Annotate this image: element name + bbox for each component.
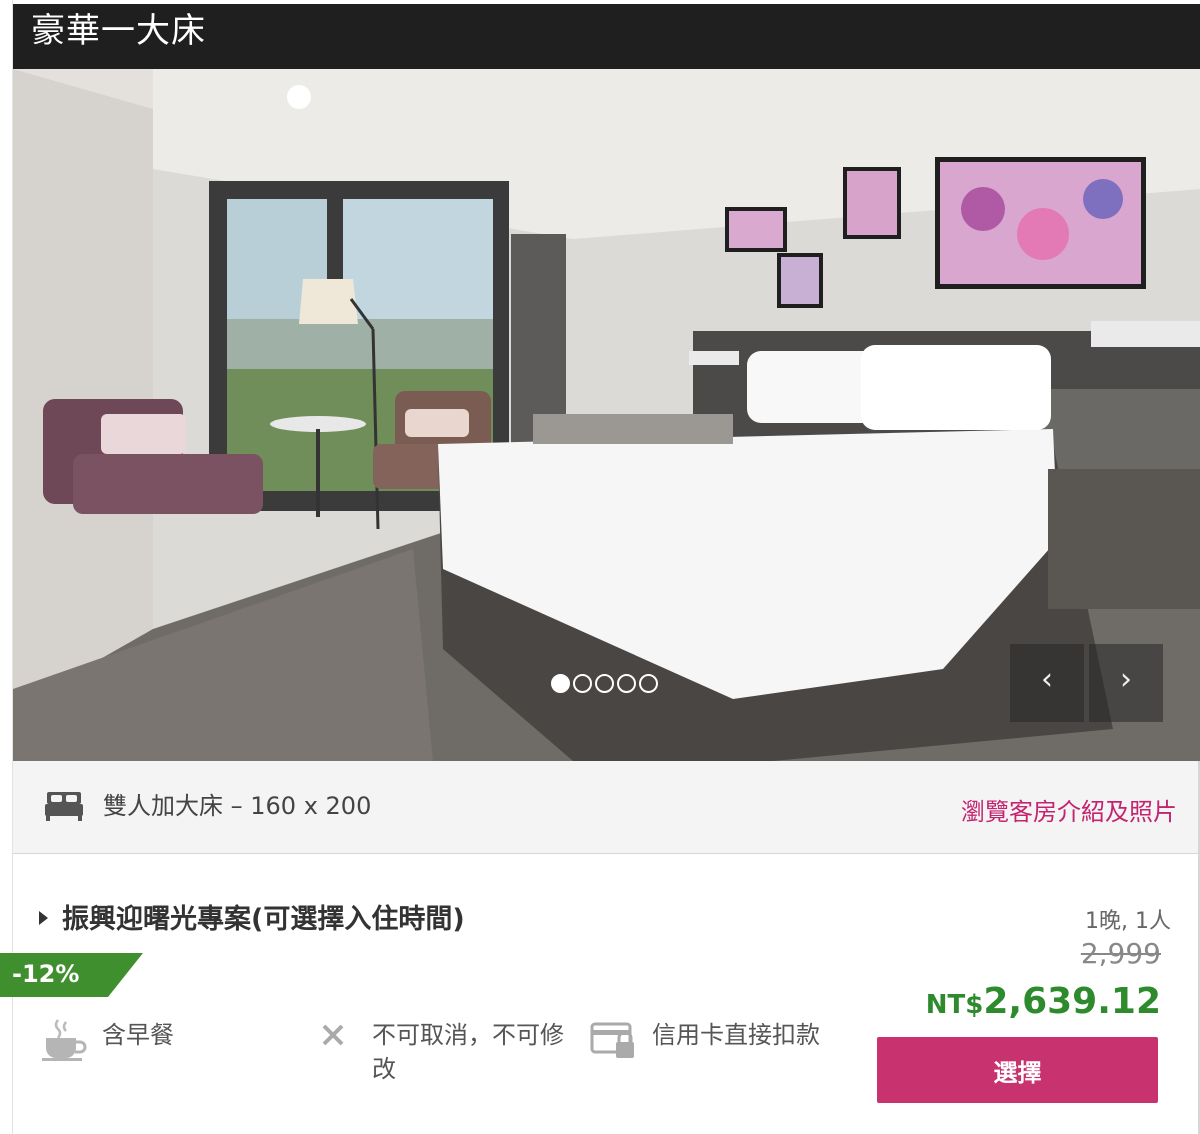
room-photo-carousel[interactable]: ‹ ›	[13, 69, 1200, 761]
chevron-left-icon: ‹	[1041, 662, 1053, 697]
stay-info: 1晚, 1人	[1085, 909, 1171, 934]
room-title-bar: 豪華一大床	[13, 4, 1200, 69]
discount-badge: -12%	[0, 953, 143, 997]
browse-room-photos-link[interactable]: 瀏覽客房介紹及照片	[961, 792, 1177, 827]
carousel-dot[interactable]	[639, 674, 658, 693]
feature-payment-label: 信用卡直接扣款	[652, 1021, 820, 1049]
feature-cancellation: 不可取消，不可修改	[310, 1018, 570, 1088]
currency: NT$	[925, 990, 984, 1020]
feature-payment: 信用卡直接扣款	[590, 1018, 870, 1088]
carousel-dot[interactable]	[573, 674, 592, 693]
coffee-cup-icon	[42, 1019, 87, 1061]
carousel-next-button[interactable]: ›	[1089, 644, 1163, 722]
carousel-dots	[551, 674, 658, 696]
credit-card-lock-icon	[590, 1022, 634, 1058]
bed-icon	[45, 792, 83, 821]
price-amount: 2,639.12	[983, 981, 1161, 1022]
discount-badge-text: -12%	[12, 960, 80, 988]
room-title: 豪華一大床	[31, 11, 206, 51]
select-button[interactable]: 選擇	[877, 1037, 1158, 1103]
original-price: 2,999	[1080, 937, 1161, 970]
discounted-price: NT$2,639.12	[926, 981, 1161, 1022]
chevron-right-icon: ›	[1120, 662, 1132, 697]
feature-cancellation-label: 不可取消，不可修改	[372, 1021, 564, 1083]
caret-right-icon	[39, 910, 48, 925]
rate-plan-toggle[interactable]: 振興迎曙光專案(可選擇入住時間)	[39, 897, 465, 936]
carousel-prev-button[interactable]: ‹	[1010, 644, 1084, 722]
carousel-dot[interactable]	[551, 674, 570, 693]
carousel-dot[interactable]	[617, 674, 636, 693]
bed-info-row: 雙人加大床 – 160 x 200 瀏覽客房介紹及照片	[13, 761, 1200, 854]
rate-plan-title: 振興迎曙光專案(可選擇入住時間)	[62, 904, 465, 935]
bed-type-label: 雙人加大床 – 160 x 200	[103, 792, 372, 820]
feature-breakfast-label: 含早餐	[102, 1021, 174, 1049]
x-mark-icon	[322, 1024, 344, 1046]
room-card: 豪華一大床 ‹ › 雙人加大床 – 160 x 200 瀏覽客房介紹及照片 振興…	[12, 0, 1200, 1134]
carousel-dot[interactable]	[595, 674, 614, 693]
feature-breakfast: 含早餐	[40, 1018, 260, 1088]
